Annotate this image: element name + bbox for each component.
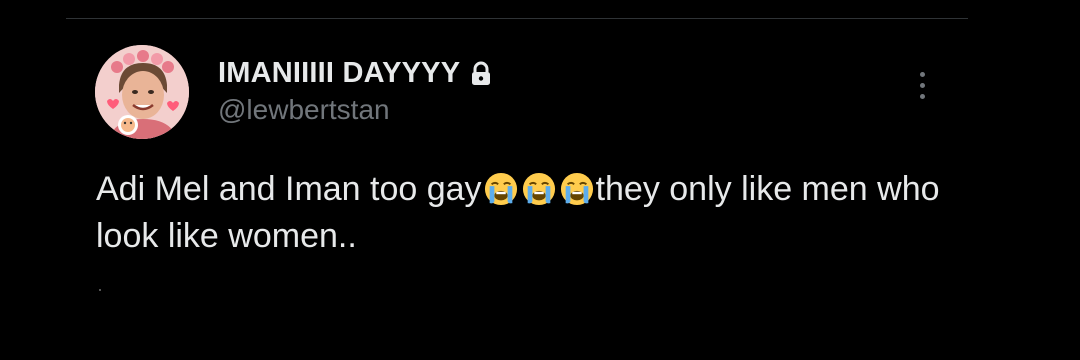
more-options-button[interactable] [908, 66, 936, 104]
user-info: IMANIIIII DAYYYY @lewbertstan [218, 54, 492, 126]
more-vertical-icon-dot [919, 93, 925, 99]
more-vertical-icon [919, 71, 925, 77]
display-name-row: IMANIIIII DAYYYY [218, 54, 492, 92]
lock-icon [470, 61, 492, 87]
more-vertical-icon-dot [919, 82, 925, 88]
user-handle[interactable]: @lewbertstan [218, 94, 492, 126]
loudly-crying-face-icon [484, 172, 518, 206]
loudly-crying-face-icon [560, 172, 594, 206]
avatar-image [95, 45, 189, 139]
tweet-text: Adi Mel and Iman too gay they only like m… [96, 166, 976, 260]
divider-dot [99, 289, 101, 291]
display-name[interactable]: IMANIIIII DAYYYY [218, 57, 460, 90]
tweet-text-part-1: Adi Mel and Iman too gay [96, 170, 482, 208]
avatar[interactable] [95, 45, 189, 139]
loudly-crying-face-icon [522, 172, 556, 206]
tweet-card[interactable]: IMANIIIII DAYYYY @lewbertstan Adi Mel an… [0, 0, 1080, 360]
